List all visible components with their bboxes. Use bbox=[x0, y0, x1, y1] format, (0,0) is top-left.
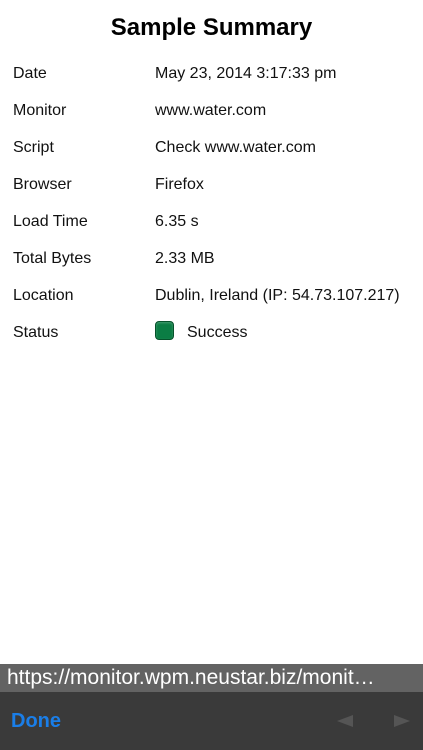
detail-value: Firefox bbox=[155, 176, 204, 193]
done-button[interactable]: Done bbox=[11, 706, 61, 736]
detail-value: Dublin, Ireland (IP: 54.73.107.217) bbox=[155, 287, 400, 304]
detail-row-date: Date May 23, 2014 3:17:33 pm bbox=[0, 55, 423, 92]
detail-value: May 23, 2014 3:17:33 pm bbox=[155, 65, 337, 82]
back-arrow-icon[interactable] bbox=[336, 712, 354, 730]
detail-label: Location bbox=[13, 287, 74, 304]
detail-label: Monitor bbox=[13, 102, 67, 119]
status-indicator-icon bbox=[155, 321, 174, 341]
details-list: Date May 23, 2014 3:17:33 pm Monitor www… bbox=[0, 55, 423, 351]
url-bar[interactable]: https://monitor.wpm.neustar.biz/monit… bbox=[0, 664, 423, 692]
page-title: Sample Summary bbox=[110, 14, 313, 41]
detail-row-browser: Browser Firefox bbox=[0, 166, 423, 203]
detail-label: Total Bytes bbox=[13, 250, 92, 267]
detail-row-status: Status Success bbox=[0, 314, 423, 351]
detail-label: Script bbox=[13, 139, 54, 156]
detail-label: Status bbox=[13, 324, 59, 341]
detail-row-total-bytes: Total Bytes 2.33 MB bbox=[0, 240, 423, 277]
detail-value: www.water.com bbox=[155, 102, 267, 119]
detail-value: 6.35 s bbox=[155, 213, 199, 230]
forward-arrow-icon[interactable] bbox=[393, 712, 411, 730]
detail-label: Browser bbox=[13, 176, 72, 193]
detail-label: Date bbox=[13, 65, 47, 82]
detail-value: Check www.water.com bbox=[155, 139, 316, 156]
detail-row-monitor: Monitor www.water.com bbox=[0, 92, 423, 129]
detail-row-script: Script Check www.water.com bbox=[0, 129, 423, 166]
status-text: Success bbox=[187, 324, 248, 341]
detail-row-location: Location Dublin, Ireland (IP: 54.73.107.… bbox=[0, 277, 423, 314]
detail-label: Load Time bbox=[13, 213, 88, 230]
bottom-toolbar: Done bbox=[0, 692, 423, 750]
detail-value: 2.33 MB bbox=[155, 250, 215, 267]
status-value: Success bbox=[155, 314, 417, 351]
detail-row-load-time: Load Time 6.35 s bbox=[0, 203, 423, 240]
